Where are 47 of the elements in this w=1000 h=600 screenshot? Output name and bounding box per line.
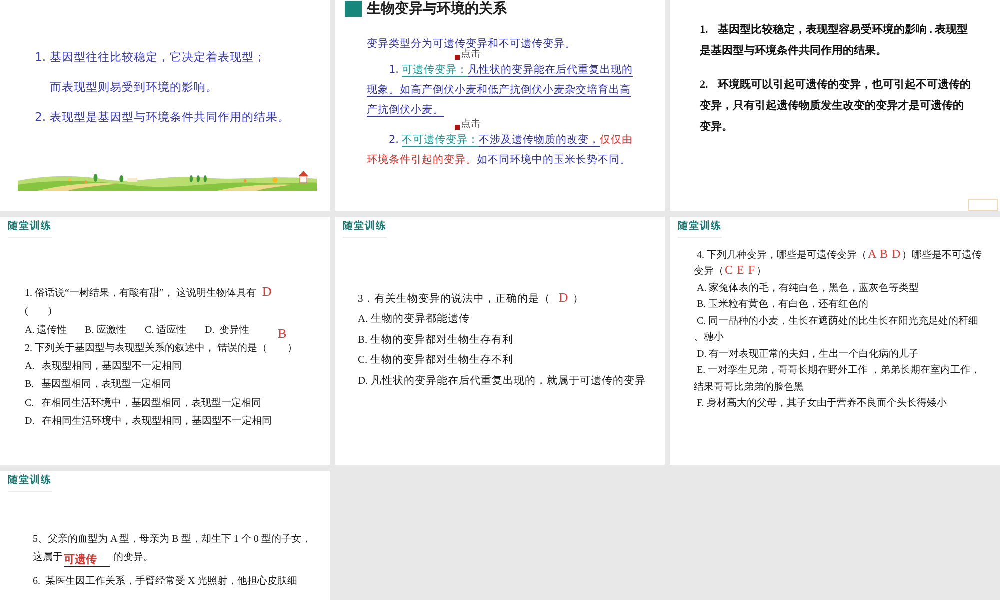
summary-text: 2. 环境既可以引起可遗传的变异，也可引起不可遗传的 变异，只有引起遗传物质发生改变的变异才是可遗传的 变异。 [700, 78, 971, 134]
link-marker-icon [455, 55, 460, 60]
question-text: 4. 下列几种变异，哪些是可遗传变异（A B D）哪些是不可遗传 变异（C E F） [694, 248, 982, 280]
option-text: B. 应激性 [85, 324, 128, 338]
answer-mark: B [278, 326, 287, 341]
section-header: 随堂训练 [8, 221, 52, 238]
option-text: A. 生物的变异都能遗传 [358, 312, 470, 328]
option-text: D. 有一对表现正常的夫妇，生出一个白化病的儿子 [696, 348, 920, 362]
section-header: 随堂训练 [678, 221, 722, 238]
option-text: F. 身材高大的父母，其子女由于营养不良而个头长得矮小 [696, 396, 947, 412]
question-text: 2. 下列关于基因型与表现型关系的叙述中， 错误的是（ ） [25, 342, 298, 356]
question-text: 5、父亲的血型为 A 型，母亲为 B 型，却生下 1 个 0 型的子女， [33, 534, 312, 545]
option-text: D. 在相同生活环境中，表现型相同，基因型不一定相同 [25, 414, 272, 430]
question-text: 1. 俗话说“一树结果，有酸有甜”， 这说明生物体具有 D ( ) [25, 285, 273, 320]
question-text: 3．有关生物变异的说法中，正确的是（ D ） [358, 290, 584, 307]
option-text: A. 遗传性 [25, 324, 68, 338]
question-text: 6. 某医生因工作关系，手臂经常受 X 光照射，他担心皮肤细 [33, 574, 298, 589]
list-number: 2. [35, 109, 48, 126]
option-text: B. 基因型相同，表现型一定相同 [25, 378, 172, 392]
option-text: A. 家兔体表的毛，有纯白色，黑色，蓝灰色等类型 [696, 282, 920, 296]
option-text: B. 玉米粒有黄色，有白色，还有红色的 [696, 298, 869, 312]
definition-text: 1. 可遗传变异：凡性状的变异能在后代重复出现的 现象。如高产倒伏小麦和低产抗倒伏小麦杂交培育出高 产抗倒伏小麦。 [367, 63, 633, 118]
option-text: E. 一对孪生兄弟，哥哥长期在野外工作 ，弟弟长期在室内工作， 结果哥哥比弟弟的脸色黑 [694, 364, 981, 395]
option-text: C. 生物的变异都对生物生存不利 [358, 353, 514, 368]
point-text: 基因型往往比较稳定，它决定着表现型； 而表现型则易受到环境的影响。 [50, 49, 267, 96]
section-header: 随堂训练 [8, 475, 52, 492]
section-header: 随堂训练 [343, 221, 387, 238]
question-text: 这属于 [33, 552, 63, 563]
list-number: 1. [35, 49, 48, 66]
link-marker-icon [455, 125, 460, 130]
intro-text: 变异类型分为可遗传变异和不可遗传变异。 [367, 38, 576, 50]
option-text: B. 生物的变异都对生物生存有利 [358, 333, 514, 348]
option-text: C. 同一品种的小麦，生长在遮荫处的比生长在阳光充足处的秆细 、穗小 [694, 314, 979, 346]
option-text: D. 凡性状的变异能在后代重复出现的，就属于可遗传的变异 [358, 374, 646, 389]
option-text: C. 适应性 [145, 324, 188, 338]
click-label: 点击 [461, 50, 481, 60]
click-label: 点击 [461, 120, 481, 130]
question-text: 的变异。 [112, 552, 154, 563]
option-text: C. 在相同生活环境中，基因型相同，表现型一定相同 [25, 396, 262, 411]
definition-text: 2. 不可遗传变异：不涉及遗传物质的改变，仅仅由 环境条件引起的变异。如不同环境中的玉米长势不同。 [367, 133, 633, 168]
point-text: 表现型是基因型与环境条件共同作用的结果。 [50, 109, 291, 126]
fill-in-line: 可遗传 [64, 554, 110, 567]
option-text: D. 变异性 [205, 324, 251, 338]
option-text: A. 表现型相同，基因型不一定相同 [25, 360, 182, 374]
slide-title: 生物变异与环境的关系 [367, 1, 507, 17]
summary-text: 1. 基因型比较稳定，表现型容易受环境的影响 . 表现型 是基因型与环境条件共同作用的结果。 [700, 22, 970, 58]
heading-marker-icon [345, 1, 362, 17]
